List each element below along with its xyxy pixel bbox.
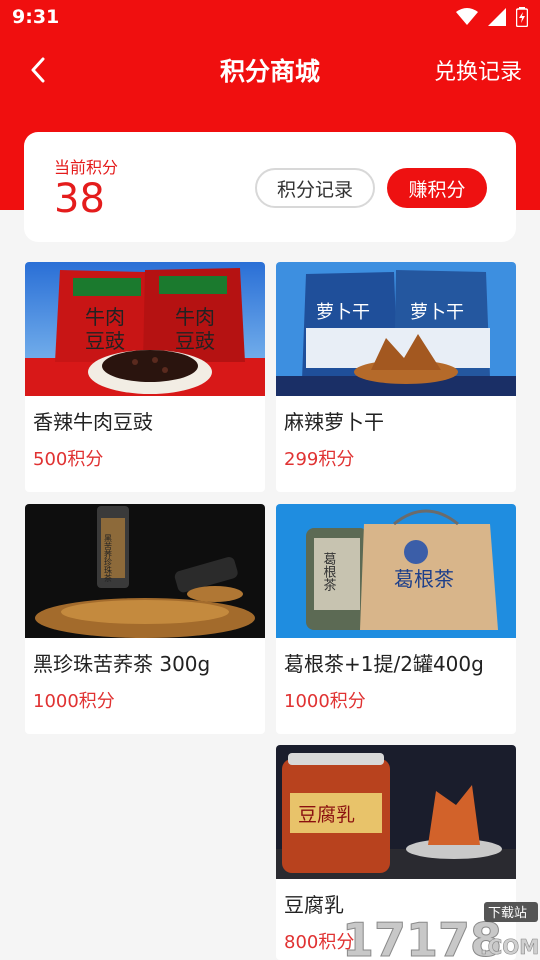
product-name: 香辣牛肉豆豉 — [33, 410, 153, 434]
product-image: 豆腐乳 — [276, 745, 516, 879]
jar-label: 豆腐乳 — [298, 804, 355, 826]
package-text-4: 豆豉 — [175, 329, 215, 353]
nav-bar: 积分商城 兑换记录 — [0, 40, 540, 100]
package-text-2: 萝卜干 — [410, 302, 464, 323]
points-card: 当前积分 38 积分记录 赚积分 — [24, 132, 516, 242]
product-card[interactable]: 黑苦荞珍珠茶 黑珍珠苦荞茶 300g 1000积分 — [25, 504, 265, 734]
watermark-logo: 17178 下载站 .COM — [340, 898, 540, 960]
product-price: 500积分 — [33, 449, 104, 470]
watermark-number: 17178 — [342, 913, 502, 960]
points-value: 38 — [54, 176, 105, 222]
package-text-1: 牛肉 — [85, 305, 125, 329]
product-name: 麻辣萝卜干 — [284, 410, 384, 434]
exchange-record-link[interactable]: 兑换记录 — [434, 54, 522, 86]
bag-text: 葛根茶 — [394, 567, 454, 591]
status-icons — [456, 7, 528, 27]
product-card[interactable]: 牛肉 豆豉 牛肉 豆豉 香辣牛肉豆豉 500积分 — [25, 262, 265, 492]
product-image: 黑苦荞珍珠茶 — [25, 504, 265, 638]
product-name: 黑珍珠苦荞茶 300g — [33, 652, 211, 676]
product-price: 299积分 — [284, 449, 355, 470]
product-image: 葛根茶 葛根茶 — [276, 504, 516, 638]
product-card[interactable]: 葛根茶 葛根茶 葛根茶+1提/2罐400g 1000积分 — [276, 504, 516, 734]
package-text-2: 豆豉 — [85, 329, 125, 353]
tin-text: 葛根茶 — [321, 552, 337, 591]
wifi-icon — [456, 8, 478, 25]
product-name: 葛根茶+1提/2罐400g — [284, 652, 484, 676]
product-image: 牛肉 豆豉 牛肉 豆豉 — [25, 262, 265, 396]
product-price: 1000积分 — [33, 691, 115, 712]
package-text-3: 牛肉 — [175, 305, 215, 329]
battery-icon — [516, 7, 528, 27]
product-image: 萝卜干 萝卜干 — [276, 262, 516, 396]
watermark-domain: .COM — [480, 935, 539, 959]
points-label: 当前积分 — [54, 158, 119, 177]
status-time: 9:31 — [12, 6, 60, 28]
product-card[interactable]: 萝卜干 萝卜干 麻辣萝卜干 299积分 — [276, 262, 516, 492]
status-bar: 9:31 — [0, 0, 540, 36]
package-text-1: 萝卜干 — [316, 302, 370, 323]
product-price: 1000积分 — [284, 691, 366, 712]
signal-icon — [488, 8, 506, 26]
points-record-button[interactable]: 积分记录 — [255, 168, 375, 208]
jar-text: 黑苦荞珍珠茶 — [104, 534, 113, 582]
product-name: 豆腐乳 — [284, 893, 344, 917]
watermark-tag: 下载站 — [488, 906, 527, 921]
earn-points-button[interactable]: 赚积分 — [387, 168, 487, 208]
